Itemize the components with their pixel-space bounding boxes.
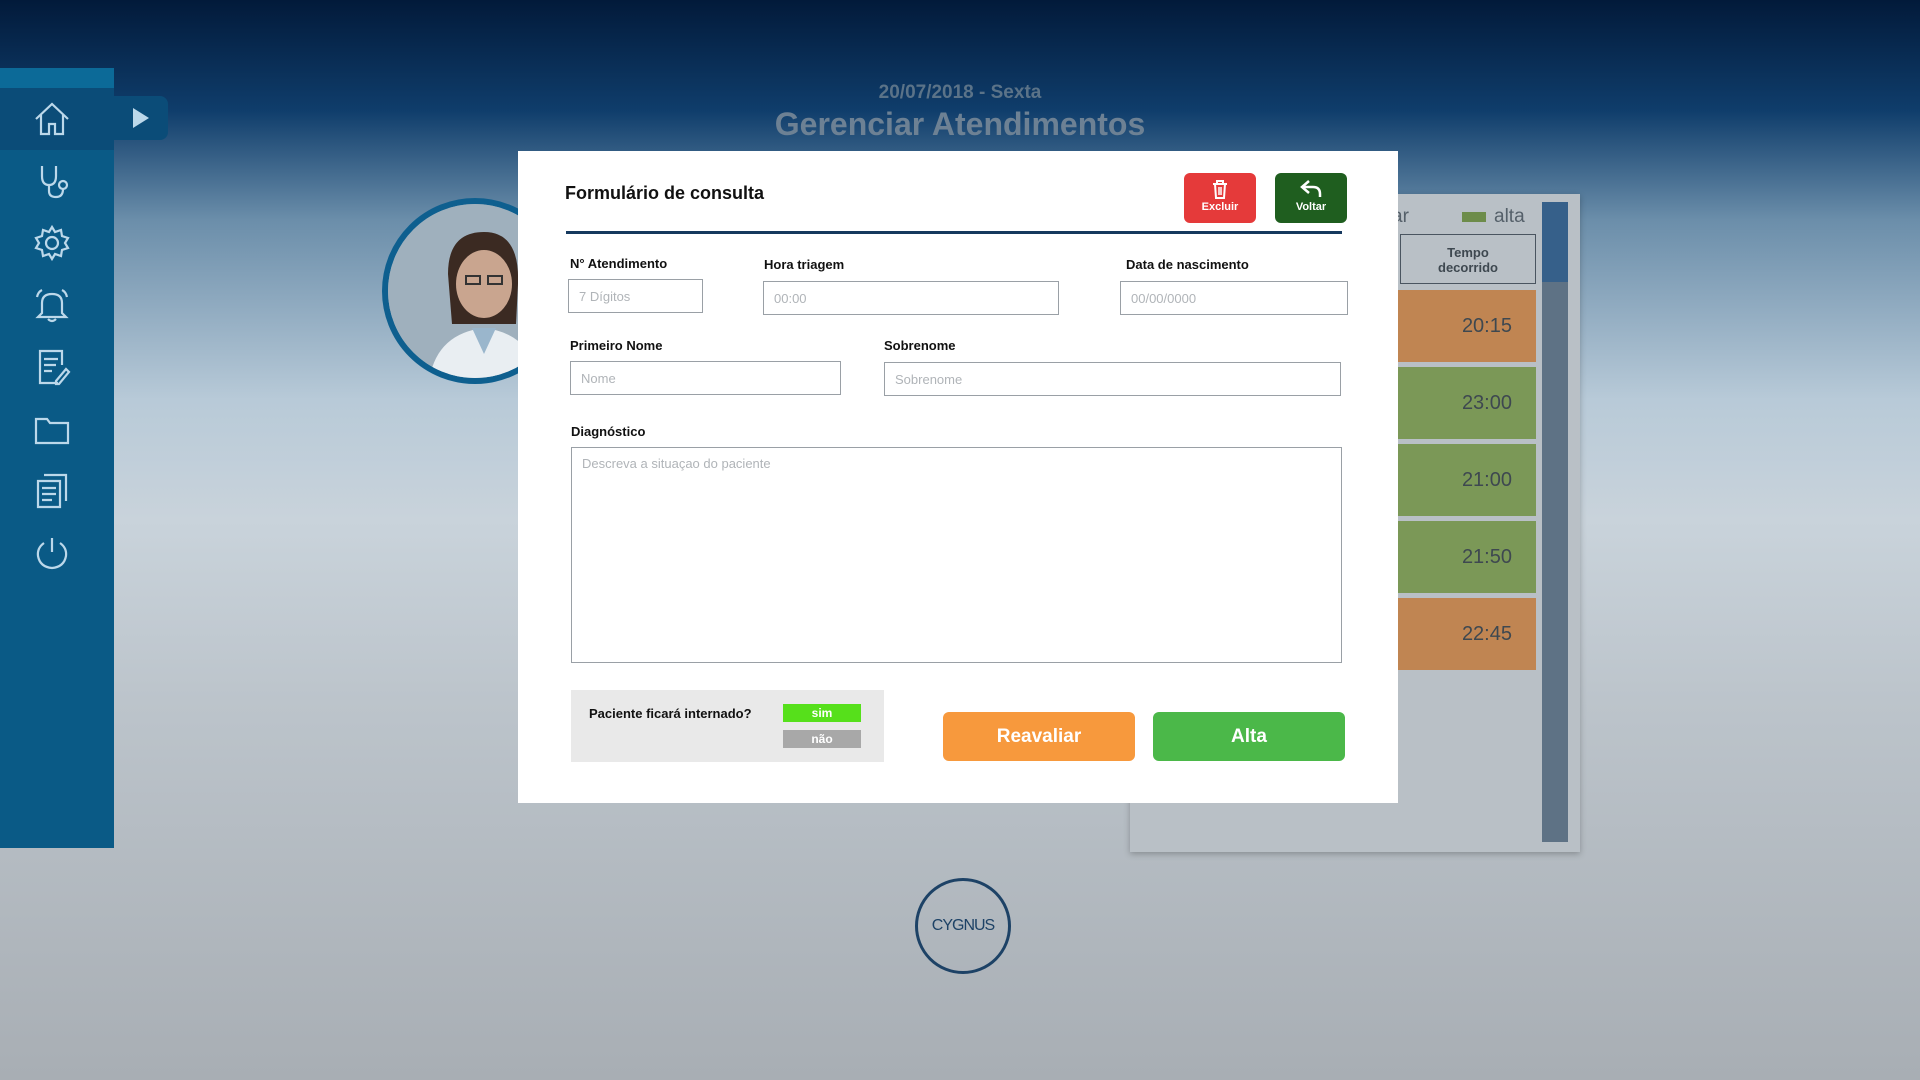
column-header-elapsed: Tempo decorrido [1400, 234, 1536, 284]
stethoscope-icon [40, 166, 69, 199]
primeiro-nome-label: Primeiro Nome [570, 338, 663, 353]
folder-icon [34, 417, 70, 445]
legend-alta-swatch [1462, 211, 1486, 222]
title-divider [566, 231, 1342, 234]
logo-text: CYGNUS [931, 917, 995, 934]
legend-alta: alta [1462, 206, 1525, 228]
undo-arrow-icon [1300, 180, 1322, 197]
hora-triagem-label: Hora triagem [764, 257, 845, 272]
modal-title: Formulário de consulta [565, 183, 765, 203]
internacao-yes-toggle[interactable]: sim [783, 704, 861, 722]
alta-button[interactable]: Alta [1153, 712, 1345, 761]
page-title: Gerenciar Atendimentos [774, 106, 1146, 142]
data-nascimento-label: Data de nascimento [1126, 257, 1249, 272]
back-label: Voltar [1295, 201, 1327, 213]
internacao-question: Paciente ficará internado? [589, 706, 752, 721]
sidebar-item-records[interactable] [0, 336, 114, 398]
consultation-form-modal: Formulário de consulta Excluir Voltar N°… [518, 151, 1398, 803]
elapsed-time: 21:50 [1461, 545, 1512, 568]
scrollbar[interactable] [1542, 202, 1568, 842]
header-date: 20/07/2018 - Sexta [878, 82, 1042, 103]
scrollbar-thumb[interactable] [1542, 202, 1568, 282]
hora-triagem-input[interactable] [763, 281, 1059, 315]
reavaliar-button[interactable]: Reavaliar [943, 712, 1135, 761]
elapsed-time: 21:00 [1461, 468, 1512, 491]
cygnus-logo: CYGNUS [915, 878, 1011, 974]
elapsed-time: 22:45 [1461, 622, 1512, 645]
sidebar-item-settings[interactable] [0, 212, 114, 274]
legend-alta-label: alta [1494, 206, 1525, 227]
data-nascimento-input[interactable] [1120, 281, 1348, 315]
sidebar-item-documents[interactable] [0, 460, 114, 522]
atendimento-input[interactable] [568, 279, 703, 313]
internacao-box: Paciente ficará internado? sim não [571, 690, 884, 762]
diagnostico-label: Diagnóstico [571, 424, 646, 439]
back-button[interactable]: Voltar [1275, 173, 1347, 223]
column-header-line1: Tempo [1447, 245, 1489, 260]
elapsed-time: 20:15 [1461, 314, 1512, 337]
alarm-bell-icon [35, 289, 69, 323]
sidebar-item-alarms[interactable] [0, 274, 114, 336]
documents-icon [36, 473, 68, 509]
elapsed-time: 23:00 [1461, 391, 1512, 414]
delete-button[interactable]: Excluir [1184, 173, 1256, 223]
delete-label: Excluir [1201, 201, 1239, 213]
column-header-line2: decorrido [1438, 260, 1498, 275]
primeiro-nome-input[interactable] [570, 361, 841, 395]
diagnostico-textarea[interactable] [571, 447, 1342, 663]
sobrenome-label: Sobrenome [884, 338, 956, 353]
edit-document-icon [38, 349, 71, 386]
sidebar [0, 68, 114, 848]
power-icon [36, 538, 68, 570]
sidebar-item-stethoscope[interactable] [0, 150, 114, 212]
sobrenome-input[interactable] [884, 362, 1341, 396]
sidebar-item-logout[interactable] [0, 522, 114, 584]
gear-icon [34, 224, 70, 262]
internacao-no-toggle[interactable]: não [783, 730, 861, 748]
trash-icon [1213, 180, 1227, 199]
atendimento-label: N° Atendimento [570, 256, 668, 271]
sidebar-item-folder[interactable] [0, 398, 114, 460]
